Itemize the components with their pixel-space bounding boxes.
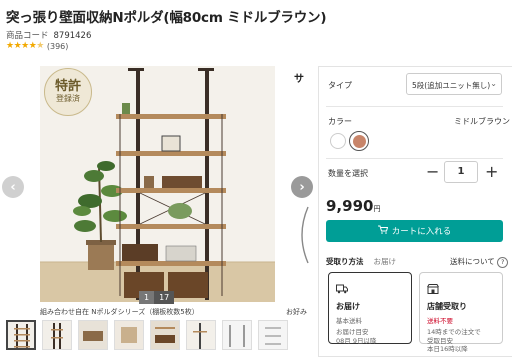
divider [326, 158, 503, 159]
gallery-next-button[interactable]: › [291, 176, 313, 198]
thumbnail[interactable] [6, 320, 36, 350]
product-code-label: 商品コード [6, 31, 49, 41]
swatch-middle-brown-fill [352, 134, 366, 148]
color-value: ミドルブラウン [454, 117, 510, 126]
chevron-down-icon: ⌄ [490, 79, 497, 88]
type-label: タイプ [328, 81, 352, 90]
type-select-value: 5段(追加ユニット無し) [412, 81, 491, 90]
delivery-card-line1: 基本送料 [336, 317, 362, 325]
review-count[interactable]: (396) [47, 42, 69, 51]
store-icon [427, 279, 495, 298]
next-slide-peek: サ [294, 74, 304, 85]
product-code: 8791426 [53, 31, 92, 41]
gallery-total: 17 [154, 291, 175, 304]
store-card-line3: 受取目安 [427, 336, 453, 345]
thumbnail[interactable] [42, 320, 72, 350]
rating-row[interactable]: ★★★★★ (396) [6, 41, 68, 51]
add-to-cart-button[interactable]: カートに入れる [326, 220, 503, 242]
quantity-plus-button[interactable]: + [485, 164, 498, 180]
next-slide-peek-image [301, 206, 309, 264]
shipping-info-link[interactable]: 送料について ? [450, 256, 509, 268]
quantity-minus-button[interactable]: − [426, 164, 439, 180]
gallery-caption-right: お好み [286, 308, 307, 316]
info-icon: ? [497, 256, 509, 268]
truck-icon [336, 279, 404, 298]
thumbnail-strip [6, 320, 288, 350]
divider [326, 106, 503, 107]
add-to-cart-label: カートに入れる [391, 227, 452, 237]
store-card-line2: 14時までの注文で [427, 328, 481, 336]
gallery-caption: 組み合わせ自在 Nポルダシリーズ（棚板枚数5枚） [40, 308, 199, 316]
color-label: カラー [328, 117, 352, 126]
delivery-card-eta-label: お届け目安 [336, 328, 369, 336]
gallery-current: 1 [139, 291, 155, 304]
store-card-line4: 本日16時以降 [427, 345, 468, 353]
thumbnail[interactable] [222, 320, 252, 350]
delivery-card-eta: 08月 9日以降 [336, 336, 377, 345]
store-card-free: 送料不要 [427, 317, 453, 325]
chevron-left-icon: ‹ [10, 179, 16, 195]
thumbnail[interactable] [114, 320, 144, 350]
patent-badge-line2: 登録済 [56, 94, 80, 103]
tab-delivery[interactable]: お届け [374, 256, 397, 267]
delivery-card-title: お届け [336, 302, 360, 311]
shipping-info-label: 送料について [450, 257, 495, 266]
chevron-right-icon: › [299, 179, 305, 195]
store-card-title: 店舗受取り [427, 302, 467, 311]
gallery-prev-button[interactable]: ‹ [2, 176, 24, 198]
gallery-counter: 1 17 [139, 291, 175, 304]
thumbnail[interactable] [150, 320, 180, 350]
delivery-option-card[interactable]: お届け 基本送料 お届け目安 08月 9日以降 [328, 272, 412, 345]
price-amount: 9,990 [326, 197, 374, 215]
thumbnail[interactable] [258, 320, 288, 350]
rating-stars-icon: ★★★★★ [6, 41, 44, 51]
quantity-input[interactable]: 1 [444, 161, 478, 183]
tab-receive-method[interactable]: 受取り方法 [326, 256, 364, 267]
swatch-white[interactable] [330, 133, 346, 149]
product-title: 突っ張り壁面収納Nポルダ(幅80cm ミドルブラウン) [6, 10, 327, 26]
product-code-row: 商品コード 8791426 [6, 29, 91, 41]
patent-badge-line1: 特許 [54, 79, 81, 94]
swatch-middle-brown[interactable] [349, 131, 369, 151]
price-unit: 円 [373, 205, 381, 213]
type-select[interactable]: 5段(追加ユニット無し) ⌄ [406, 73, 502, 95]
patent-badge: 特許 登録済 [44, 68, 92, 116]
cart-icon [377, 225, 388, 237]
delivery-tabs: 受取り方法 お届け [326, 256, 396, 267]
thumbnail[interactable] [78, 320, 108, 350]
store-pickup-card[interactable]: 店舗受取り 送料不要 14時までの注文で 受取目安 本日16時以降 [419, 272, 503, 353]
quantity-label: 数量を選択 [328, 169, 368, 178]
price: 9,990円 [326, 197, 380, 215]
thumbnail[interactable] [186, 320, 216, 350]
